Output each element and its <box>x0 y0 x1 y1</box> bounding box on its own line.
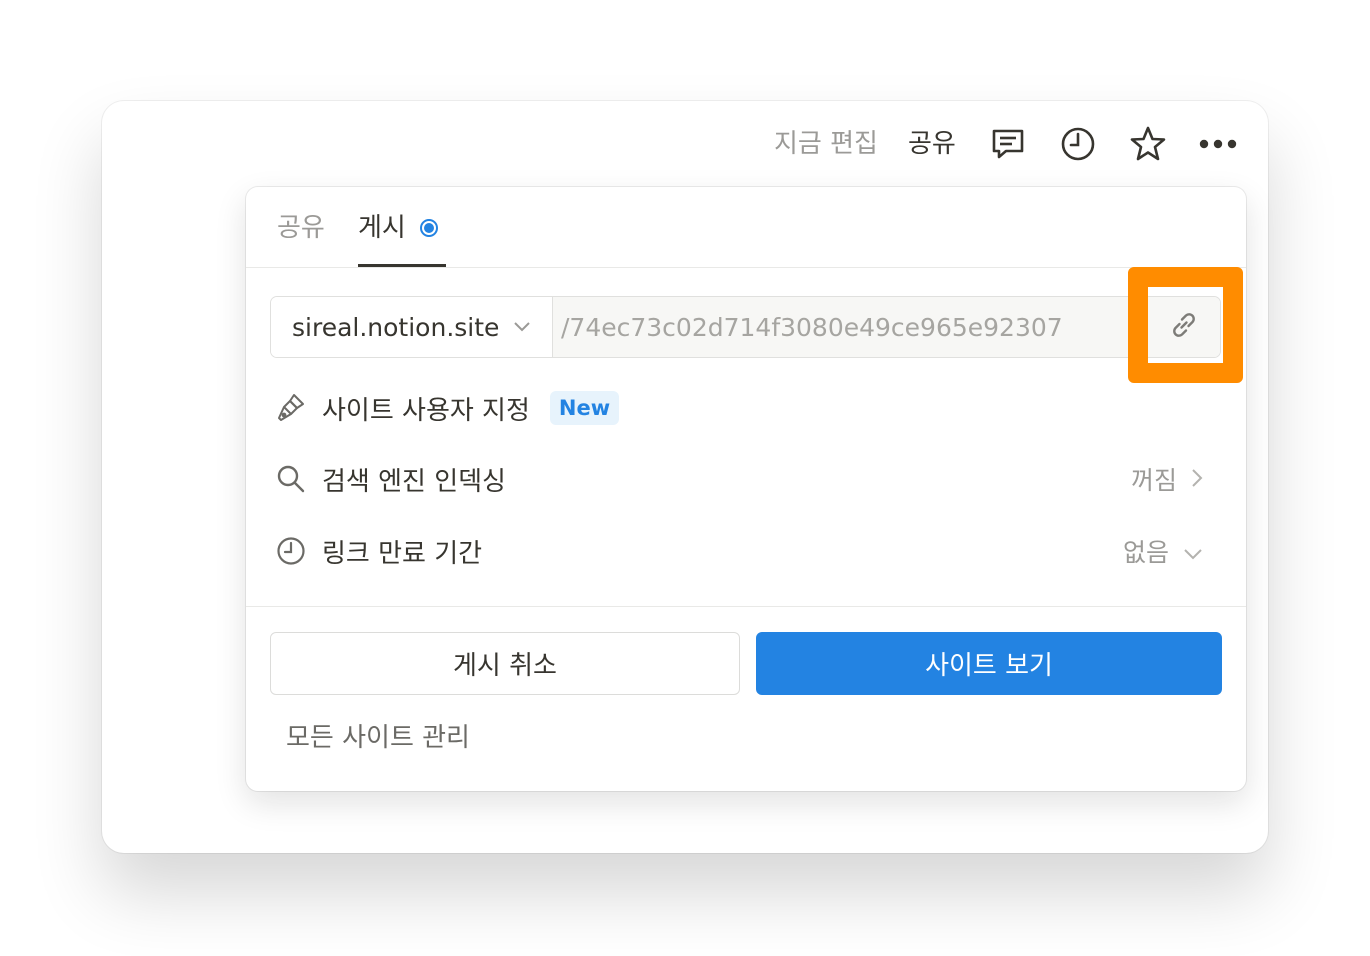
search-indexing-value: 꺼짐 <box>1131 461 1203 497</box>
site-url-field: sireal.notion.site /74ec73c02d714f3080e4… <box>270 296 1221 358</box>
customize-site-label: 사이트 사용자 지정 <box>322 395 530 426</box>
link-expiry-label: 링크 만료 기간 <box>322 538 483 569</box>
comment-icon[interactable] <box>987 123 1029 165</box>
search-indexing-label: 검색 엔진 인덱싱 <box>322 466 506 497</box>
customize-site-option[interactable]: 사이트 사용자 지정 New <box>270 380 1221 436</box>
history-clock-icon[interactable] <box>1057 123 1099 165</box>
popover-tabs: 공유 게시 <box>246 187 1246 268</box>
active-tab-underline <box>358 264 446 267</box>
link-expiry-option[interactable]: 링크 만료 기간 없음 <box>270 523 1221 579</box>
search-icon <box>270 464 322 494</box>
tab-publish-label: 게시 <box>358 213 406 243</box>
clock-icon <box>270 536 322 566</box>
share-button[interactable]: 공유 <box>908 127 956 161</box>
link-icon <box>1168 309 1200 345</box>
link-expiry-value: 없음 <box>1123 533 1203 569</box>
share-popover: 공유 게시 sireal.notion.site /74ec73c02d714f… <box>246 187 1246 791</box>
published-indicator-icon <box>419 219 438 237</box>
new-badge: New <box>549 391 620 425</box>
manage-all-sites-link[interactable]: 모든 사이트 관리 <box>286 717 470 754</box>
editing-status: 지금 편집 <box>774 129 878 159</box>
search-indexing-option[interactable]: 검색 엔진 인덱싱 꺼짐 <box>270 451 1221 507</box>
domain-value: sireal.notion.site <box>292 312 500 342</box>
domain-select[interactable]: sireal.notion.site <box>271 297 553 357</box>
chevron-down-icon <box>513 318 531 337</box>
unpublish-button[interactable]: 게시 취소 <box>270 632 740 695</box>
chevron-down-icon <box>1183 537 1203 566</box>
copy-link-button[interactable] <box>1147 297 1220 357</box>
chevron-right-icon <box>1191 465 1203 494</box>
section-divider <box>246 606 1246 607</box>
link-expiry-status: 없음 <box>1122 538 1169 567</box>
tab-publish[interactable]: 게시 <box>358 209 438 247</box>
page-topbar: 지금 편집 공유 <box>102 101 1268 187</box>
search-indexing-status: 꺼짐 <box>1130 466 1177 495</box>
more-icon[interactable] <box>1197 123 1239 165</box>
url-path-input[interactable]: /74ec73c02d714f3080e49ce965e92307 <box>553 297 1147 357</box>
view-site-button[interactable]: 사이트 보기 <box>756 632 1222 695</box>
tab-share[interactable]: 공유 <box>277 209 325 247</box>
star-icon[interactable] <box>1127 123 1169 165</box>
paintbrush-icon <box>270 392 322 424</box>
